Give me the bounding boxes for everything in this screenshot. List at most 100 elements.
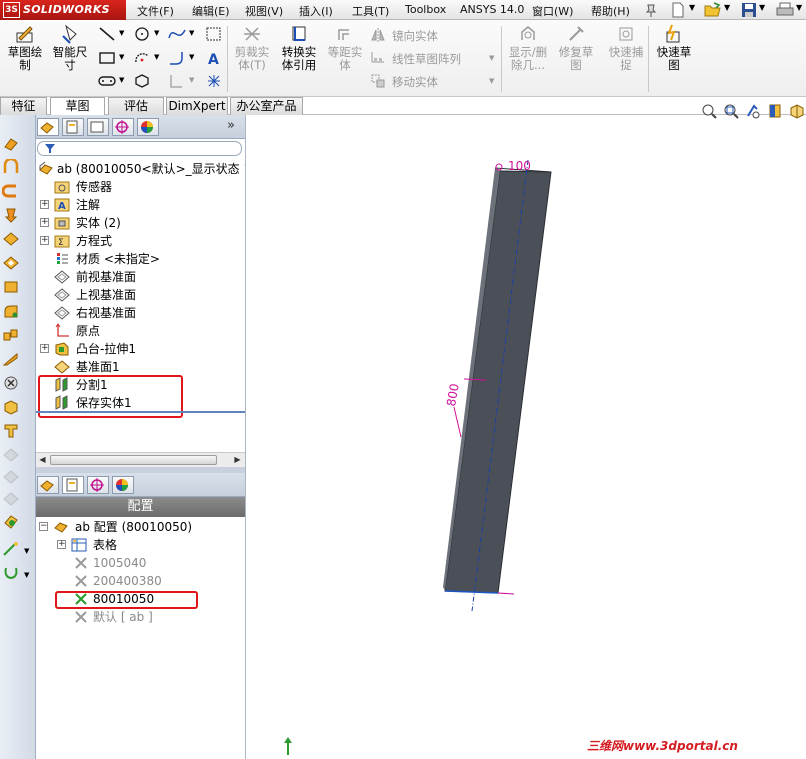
extruded-cut-icon[interactable] (2, 255, 20, 271)
linear-pattern-label[interactable]: 线性草图阵列 (392, 51, 461, 67)
save-icon[interactable] (741, 2, 757, 18)
arc-dropdown-icon[interactable]: ▼ (154, 53, 159, 61)
expand-toggle[interactable]: + (40, 344, 49, 353)
tab-property-manager[interactable] (62, 118, 84, 136)
tab-display-manager[interactable] (137, 118, 159, 136)
print-dropdown-icon[interactable]: ▼ (796, 3, 802, 12)
new-dropdown-icon[interactable]: ▼ (689, 3, 695, 12)
menu-file[interactable]: 文件(F) (137, 3, 174, 19)
centerline-tool-icon[interactable] (168, 73, 186, 89)
save-dropdown-icon[interactable]: ▼ (759, 3, 765, 12)
menu-view[interactable]: 视图(V) (245, 3, 283, 19)
tab-dimxpert-manager[interactable] (87, 476, 109, 494)
tab-config-manager[interactable] (62, 476, 84, 494)
bar-face[interactable] (444, 170, 552, 594)
fillet-dropdown-icon[interactable]: ▼ (189, 53, 194, 61)
expand-toggle[interactable]: + (40, 236, 49, 245)
text-tool-icon[interactable]: A (205, 50, 223, 66)
new-document-icon[interactable] (670, 2, 686, 18)
reference-geometry-icon[interactable] (2, 491, 20, 507)
expand-toggle[interactable]: + (40, 200, 49, 209)
circle-tool-icon[interactable] (133, 26, 151, 42)
intersect-icon[interactable] (2, 447, 20, 463)
tab-dimxpert-manager[interactable] (112, 118, 134, 136)
mirror-feature-icon[interactable] (2, 469, 20, 485)
feature-tree-filter[interactable] (37, 141, 242, 156)
menu-tools[interactable]: 工具(T) (352, 3, 389, 19)
move-dropdown-icon[interactable]: ▼ (489, 77, 494, 85)
pin-icon[interactable] (643, 2, 659, 18)
linear-pattern-dropdown-icon[interactable]: ▼ (489, 54, 494, 62)
mirror-icon[interactable] (370, 27, 386, 43)
mirror-entities-label[interactable]: 镜向实体 (392, 28, 438, 44)
scroll-thumb[interactable] (50, 455, 217, 465)
expand-toggle[interactable]: + (40, 218, 49, 227)
linear-pattern-feature-icon[interactable] (2, 327, 20, 343)
tab-dimxpert[interactable]: DimXpert (166, 97, 228, 115)
line-tool-icon[interactable] (98, 26, 116, 42)
spline-dropdown-icon[interactable]: ▼ (189, 29, 194, 37)
menu-toolbox[interactable]: Toolbox (405, 3, 446, 16)
sketch-button[interactable]: 草图绘 制 (3, 24, 47, 72)
tab-office-products[interactable]: 办公室产品 (230, 97, 303, 115)
expand-toggle[interactable]: + (57, 540, 66, 549)
previous-view-icon[interactable] (745, 103, 761, 119)
point-tool-icon[interactable] (205, 73, 223, 89)
shell-icon[interactable] (2, 399, 20, 415)
loft-boss-icon[interactable] (2, 207, 20, 223)
rectangle-tool-icon[interactable] (98, 50, 116, 66)
dimension-top-text[interactable]: 100 (508, 159, 531, 173)
smart-dimension-button[interactable]: 智能尺 寸 (48, 24, 92, 72)
zoom-to-area-icon[interactable] (723, 103, 739, 119)
tab-evaluate[interactable]: 评估 (108, 97, 164, 115)
graphics-area[interactable]: 100 800 (245, 115, 806, 759)
menu-window[interactable]: 窗口(W) (532, 3, 573, 19)
centerline-dropdown-icon[interactable]: ▼ (189, 76, 194, 84)
linear-pattern-icon[interactable] (370, 50, 386, 66)
fillet-tool-icon[interactable] (168, 50, 186, 66)
expand-panel-icon[interactable]: » (227, 118, 235, 133)
print-icon[interactable] (776, 2, 794, 18)
trim-entities-button[interactable]: 剪裁实 体(T) (230, 24, 274, 72)
polygon-tool-icon[interactable] (133, 73, 151, 89)
wrap-icon[interactable] (2, 423, 20, 439)
fillet-feature-icon[interactable] (2, 303, 20, 319)
scroll-left-icon[interactable]: ◀ (36, 454, 49, 466)
circle-dropdown-icon[interactable]: ▼ (154, 29, 159, 37)
feature-tree-horizontal-scrollbar[interactable]: ◀ ▶ (36, 452, 245, 467)
display-delete-relations-button[interactable]: 显示/删 除几... (504, 24, 552, 72)
rollback-bar[interactable] (36, 411, 245, 413)
rectangle-dropdown-icon[interactable]: ▼ (119, 53, 124, 61)
open-dropdown-icon[interactable]: ▼ (724, 3, 730, 12)
scroll-right-icon[interactable]: ▶ (231, 454, 244, 466)
line-dropdown-icon[interactable]: ▼ (119, 29, 124, 37)
slot-tool-icon[interactable] (98, 73, 116, 89)
curves-icon[interactable] (2, 541, 20, 557)
tab-feature-manager[interactable] (37, 118, 59, 136)
section-view-icon[interactable] (767, 103, 783, 119)
model-viewport[interactable] (246, 115, 806, 759)
quick-snaps-button[interactable]: 快速捕 捉 (604, 24, 648, 72)
tab-config-manager[interactable] (87, 118, 109, 136)
menu-ansys[interactable]: ANSYS 14.0 (460, 3, 524, 16)
draft-icon[interactable] (2, 375, 20, 391)
menu-help[interactable]: 帮助(H) (591, 3, 630, 19)
convert-entities-button[interactable]: 转换实 体引用 (276, 24, 322, 72)
move-entities-icon[interactable] (370, 73, 386, 89)
menu-insert[interactable]: 插入(I) (299, 3, 333, 19)
tab-display-manager[interactable] (112, 476, 134, 494)
offset-entities-button[interactable]: 等距实 体 (323, 24, 367, 72)
helix-dropdown-icon[interactable]: ▼ (24, 571, 29, 579)
tab-sketch[interactable]: 草图 (50, 97, 105, 115)
sketch-grid-icon[interactable] (205, 26, 223, 42)
move-entities-label[interactable]: 移动实体 (392, 74, 438, 90)
view-orientation-icon[interactable] (789, 103, 805, 119)
slot-dropdown-icon[interactable]: ▼ (119, 76, 124, 84)
spline-tool-icon[interactable] (168, 26, 186, 42)
helix-icon[interactable] (2, 565, 20, 581)
instant3d-icon[interactable] (2, 513, 20, 529)
extrude-boss-icon[interactable] (2, 135, 20, 151)
tab-feature-manager[interactable] (37, 476, 59, 494)
revolved-cut-icon[interactable] (2, 279, 20, 295)
solidworks-logo[interactable]: 3S SOLIDWORKS (0, 0, 126, 20)
